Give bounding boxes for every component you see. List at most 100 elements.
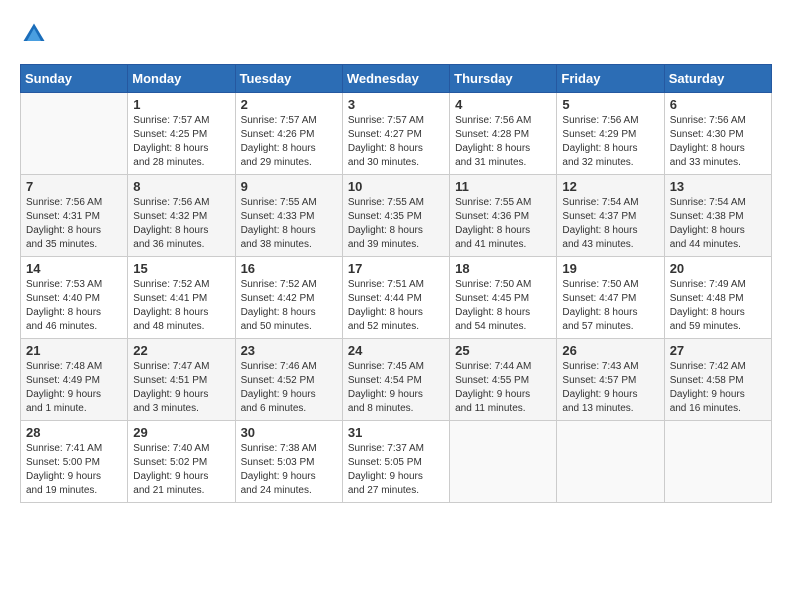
day-number: 30 [241,425,337,440]
day-number: 28 [26,425,122,440]
day-header-thursday: Thursday [450,65,557,93]
calendar-week-row: 1Sunrise: 7:57 AM Sunset: 4:25 PM Daylig… [21,93,772,175]
day-info: Sunrise: 7:40 AM Sunset: 5:02 PM Dayligh… [133,442,229,498]
day-number: 31 [348,425,444,440]
calendar-cell: 10Sunrise: 7:55 AM Sunset: 4:35 PM Dayli… [342,175,449,257]
calendar-cell: 30 Sunrise: 7:38 AM Sunset: 5:03 PM Dayli… [235,421,342,503]
day-info: Sunrise: 7:47 AM Sunset: 4:51 PM Dayligh… [133,360,229,416]
day-info: Sunrise: 7:50 AM Sunset: 4:47 PM Dayligh… [562,278,658,334]
day-info: Sunrise: 7:57 AM Sunset: 4:25 PM Dayligh… [133,114,229,170]
calendar-cell: 18 Sunrise: 7:50 AM Sunset: 4:45 PM Dayli… [450,257,557,339]
day-number: 19 [562,261,658,276]
day-info: Sunrise: 7:54 AM Sunset: 4:37 PM Dayligh… [562,196,658,252]
calendar-cell: 17 Sunrise: 7:51 AM Sunset: 4:44 PM Dayli… [342,257,449,339]
day-info: Sunrise: 7:55 AM Sunset: 4:35 PM Dayligh… [348,196,444,252]
calendar-cell [21,93,128,175]
day-info: Sunrise: 7:53 AM Sunset: 4:40 PM Dayligh… [26,278,122,334]
calendar-cell: 28 Sunrise: 7:41 AM Sunset: 5:00 PM Dayli… [21,421,128,503]
day-info: Sunrise: 7:52 AM Sunset: 4:41 PM Dayligh… [133,278,229,334]
day-info: Sunrise: 7:51 AM Sunset: 4:44 PM Dayligh… [348,278,444,334]
day-info: Sunrise: 7:56 AM Sunset: 4:32 PM Dayligh… [133,196,229,252]
day-number: 21 [26,343,122,358]
calendar-week-row: 21 Sunrise: 7:48 AM Sunset: 4:49 PM Dayli… [21,339,772,421]
calendar-cell: 20 Sunrise: 7:49 AM Sunset: 4:48 PM Dayli… [664,257,771,339]
day-info: Sunrise: 7:57 AM Sunset: 4:27 PM Dayligh… [348,114,444,170]
day-number: 11 [455,179,551,194]
calendar-week-row: 14 Sunrise: 7:53 AM Sunset: 4:40 PM Dayli… [21,257,772,339]
page-header [20,20,772,48]
day-number: 18 [455,261,551,276]
day-info: Sunrise: 7:52 AM Sunset: 4:42 PM Dayligh… [241,278,337,334]
calendar-cell: 25 Sunrise: 7:44 AM Sunset: 4:55 PM Dayli… [450,339,557,421]
day-number: 16 [241,261,337,276]
day-info: Sunrise: 7:49 AM Sunset: 4:48 PM Dayligh… [670,278,766,334]
calendar-cell: 16 Sunrise: 7:52 AM Sunset: 4:42 PM Dayli… [235,257,342,339]
day-header-tuesday: Tuesday [235,65,342,93]
calendar-cell: 8 Sunrise: 7:56 AM Sunset: 4:32 PM Daylig… [128,175,235,257]
calendar-cell: 19 Sunrise: 7:50 AM Sunset: 4:47 PM Dayli… [557,257,664,339]
day-info: Sunrise: 7:45 AM Sunset: 4:54 PM Dayligh… [348,360,444,416]
day-number: 5 [562,97,658,112]
day-number: 24 [348,343,444,358]
day-number: 12 [562,179,658,194]
day-info: Sunrise: 7:38 AM Sunset: 5:03 PM Dayligh… [241,442,337,498]
day-number: 9 [241,179,337,194]
day-number: 29 [133,425,229,440]
calendar-cell: 5 Sunrise: 7:56 AM Sunset: 4:29 PM Daylig… [557,93,664,175]
day-header-sunday: Sunday [21,65,128,93]
calendar-cell: 21 Sunrise: 7:48 AM Sunset: 4:49 PM Dayli… [21,339,128,421]
day-header-saturday: Saturday [664,65,771,93]
calendar-cell [664,421,771,503]
day-info: Sunrise: 7:37 AM Sunset: 5:05 PM Dayligh… [348,442,444,498]
calendar-cell: 15 Sunrise: 7:52 AM Sunset: 4:41 PM Dayli… [128,257,235,339]
day-number: 13 [670,179,766,194]
day-number: 7 [26,179,122,194]
day-info: Sunrise: 7:54 AM Sunset: 4:38 PM Dayligh… [670,196,766,252]
day-number: 20 [670,261,766,276]
calendar-cell: 9 Sunrise: 7:55 AM Sunset: 4:33 PM Daylig… [235,175,342,257]
logo [20,20,52,48]
day-info: Sunrise: 7:55 AM Sunset: 4:36 PM Dayligh… [455,196,551,252]
day-number: 14 [26,261,122,276]
day-number: 15 [133,261,229,276]
day-info: Sunrise: 7:57 AM Sunset: 4:26 PM Dayligh… [241,114,337,170]
day-number: 17 [348,261,444,276]
day-info: Sunrise: 7:50 AM Sunset: 4:45 PM Dayligh… [455,278,551,334]
day-info: Sunrise: 7:44 AM Sunset: 4:55 PM Dayligh… [455,360,551,416]
calendar-cell: 6Sunrise: 7:56 AM Sunset: 4:30 PM Daylig… [664,93,771,175]
day-info: Sunrise: 7:56 AM Sunset: 4:29 PM Dayligh… [562,114,658,170]
day-info: Sunrise: 7:56 AM Sunset: 4:28 PM Dayligh… [455,114,551,170]
day-info: Sunrise: 7:43 AM Sunset: 4:57 PM Dayligh… [562,360,658,416]
calendar-week-row: 7 Sunrise: 7:56 AM Sunset: 4:31 PM Daylig… [21,175,772,257]
calendar-cell: 27Sunrise: 7:42 AM Sunset: 4:58 PM Dayli… [664,339,771,421]
calendar-cell: 2 Sunrise: 7:57 AM Sunset: 4:26 PM Daylig… [235,93,342,175]
calendar-cell: 11 Sunrise: 7:55 AM Sunset: 4:36 PM Dayli… [450,175,557,257]
day-info: Sunrise: 7:48 AM Sunset: 4:49 PM Dayligh… [26,360,122,416]
day-header-wednesday: Wednesday [342,65,449,93]
day-number: 6 [670,97,766,112]
calendar-cell: 26 Sunrise: 7:43 AM Sunset: 4:57 PM Dayli… [557,339,664,421]
day-number: 23 [241,343,337,358]
day-number: 4 [455,97,551,112]
day-number: 8 [133,179,229,194]
calendar-cell: 24 Sunrise: 7:45 AM Sunset: 4:54 PM Dayli… [342,339,449,421]
calendar-cell: 14 Sunrise: 7:53 AM Sunset: 4:40 PM Dayli… [21,257,128,339]
calendar-cell: 3 Sunrise: 7:57 AM Sunset: 4:27 PM Daylig… [342,93,449,175]
day-number: 25 [455,343,551,358]
day-header-monday: Monday [128,65,235,93]
calendar-cell [450,421,557,503]
calendar-cell: 1Sunrise: 7:57 AM Sunset: 4:25 PM Daylig… [128,93,235,175]
day-info: Sunrise: 7:55 AM Sunset: 4:33 PM Dayligh… [241,196,337,252]
day-number: 3 [348,97,444,112]
day-info: Sunrise: 7:41 AM Sunset: 5:00 PM Dayligh… [26,442,122,498]
day-info: Sunrise: 7:56 AM Sunset: 4:31 PM Dayligh… [26,196,122,252]
calendar-header-row: SundayMondayTuesdayWednesdayThursdayFrid… [21,65,772,93]
day-number: 26 [562,343,658,358]
calendar-cell: 12 Sunrise: 7:54 AM Sunset: 4:37 PM Dayli… [557,175,664,257]
calendar-cell: 13 Sunrise: 7:54 AM Sunset: 4:38 PM Dayli… [664,175,771,257]
logo-icon [20,20,48,48]
day-number: 22 [133,343,229,358]
day-number: 2 [241,97,337,112]
calendar-cell: 29 Sunrise: 7:40 AM Sunset: 5:02 PM Dayli… [128,421,235,503]
day-info: Sunrise: 7:46 AM Sunset: 4:52 PM Dayligh… [241,360,337,416]
